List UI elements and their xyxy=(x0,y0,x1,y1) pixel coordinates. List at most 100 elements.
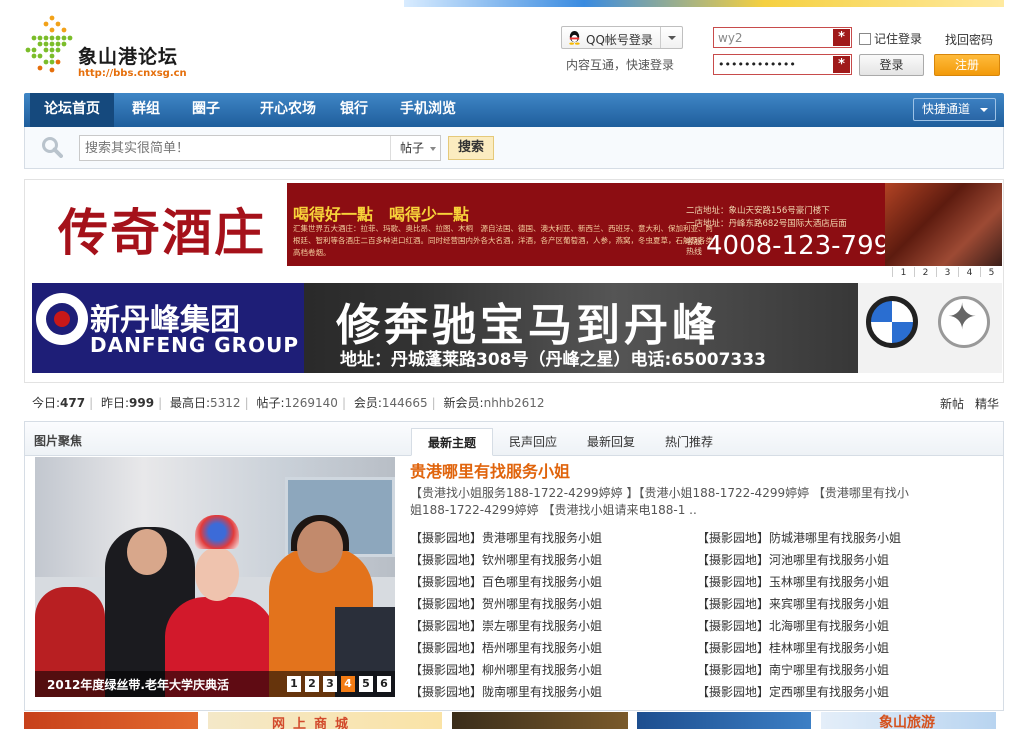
top-banner-strip[interactable] xyxy=(404,0,1004,7)
post-category-link[interactable]: 【摄影园地】 xyxy=(410,575,482,589)
post-category-link[interactable]: 【摄影园地】 xyxy=(697,575,769,589)
search-input[interactable] xyxy=(80,136,386,160)
qq-login-button[interactable]: QQ帐号登录 xyxy=(561,26,683,49)
nav-item-circles[interactable]: 圈子 xyxy=(180,93,232,127)
quick-channel-dropdown[interactable]: 快捷通道 xyxy=(913,98,996,121)
ad-pager-item[interactable]: 3 xyxy=(936,267,958,277)
teaser-banner[interactable]: 网上商城 xyxy=(208,712,442,729)
logo-dots-icon xyxy=(25,15,73,73)
ad-pager-item[interactable]: 5 xyxy=(980,267,1002,277)
post-title-link[interactable]: 南宁哪里有找服务小姐 xyxy=(769,663,889,677)
ad-wine-desc: 汇集世界五大酒庄：拉菲、玛歌、奥比昂、拉图、木桐 源自法国、德国、澳大利亚、新西… xyxy=(293,224,713,257)
post-title-link[interactable]: 贵港哪里有找服务小姐 xyxy=(482,531,602,545)
post-category-link[interactable]: 【摄影园地】 xyxy=(697,685,769,699)
photo-pager-item[interactable]: 3 xyxy=(323,676,337,692)
nav-item-forum-home[interactable]: 论坛首页 xyxy=(30,93,114,127)
stat-newmember-link[interactable]: nhhb2612 xyxy=(484,396,545,410)
nav-item-happy-farm[interactable]: 开心农场 xyxy=(242,93,334,127)
post-list-item: 【摄影园地】梧州哪里有找服务小姐 xyxy=(410,639,602,661)
stat-max-value: 5312 xyxy=(210,396,241,410)
post-category-link[interactable]: 【摄影园地】 xyxy=(410,531,482,545)
focus-headline-link[interactable]: 贵港哪里有找服务小姐 xyxy=(410,458,570,482)
remember-login-checkbox[interactable]: 记住登录 xyxy=(859,30,922,47)
post-title-link[interactable]: 玉林哪里有找服务小姐 xyxy=(769,575,889,589)
stat-yesterday-label: 昨日: xyxy=(100,396,130,410)
focus-photo[interactable]: 2012年度绿丝带.老年大学庆典活 123456 xyxy=(35,457,395,697)
photo-pager-item[interactable]: 1 xyxy=(287,676,301,692)
post-title-link[interactable]: 定西哪里有找服务小姐 xyxy=(769,685,889,699)
login-button[interactable]: 登录 xyxy=(859,54,924,76)
ad-pager-item[interactable]: 2 xyxy=(914,267,936,277)
post-title-link[interactable]: 陇南哪里有找服务小姐 xyxy=(482,685,602,699)
post-category-link[interactable]: 【摄影园地】 xyxy=(697,641,769,655)
teaser-banner[interactable]: 象山旅游 xyxy=(821,712,996,729)
post-category-link[interactable]: 【摄影园地】 xyxy=(697,597,769,611)
post-title-link[interactable]: 钦州哪里有找服务小姐 xyxy=(482,553,602,567)
post-category-link[interactable]: 【摄影园地】 xyxy=(410,663,482,677)
ad-pager-item[interactable]: 1 xyxy=(892,267,914,277)
tab-public-response[interactable]: 民声回应 xyxy=(501,428,565,456)
post-title-link[interactable]: 柳州哪里有找服务小姐 xyxy=(482,663,602,677)
search-button[interactable]: 搜索 xyxy=(448,136,494,160)
post-category-link[interactable]: 【摄影园地】 xyxy=(697,663,769,677)
teaser-banner[interactable] xyxy=(637,712,811,729)
post-list-item: 【摄影园地】百色哪里有找服务小姐 xyxy=(410,573,602,595)
teaser-banner[interactable] xyxy=(452,712,628,729)
nav-item-groups[interactable]: 群组 xyxy=(120,93,172,127)
post-category-link[interactable]: 【摄影园地】 xyxy=(410,685,482,699)
ad-danfeng-brands xyxy=(858,283,1002,373)
teaser-banner[interactable] xyxy=(24,712,198,729)
ad-pager-item[interactable]: 4 xyxy=(958,267,980,277)
forum-stats: 今日:477 | 昨日:999 | 最高日:5312 | 帖子:1269140 | 会员… xyxy=(32,396,545,410)
photo-pager-item[interactable]: 6 xyxy=(377,676,391,692)
post-category-link[interactable]: 【摄影园地】 xyxy=(697,531,769,545)
tab-hot-picks[interactable]: 热门推荐 xyxy=(657,428,721,456)
ad-banner-wine[interactable]: 传奇酒庄 喝得好一點 喝得少一點 汇集世界五大酒庄：拉菲、玛歌、奥比昂、拉图、木… xyxy=(32,183,1002,266)
tab-latest-topics[interactable]: 最新主题 xyxy=(411,428,493,456)
register-button[interactable]: 注册 xyxy=(934,54,1000,76)
post-title-link[interactable]: 百色哪里有找服务小姐 xyxy=(482,575,602,589)
focus-title: 图片聚焦 xyxy=(34,434,83,448)
post-title-link[interactable]: 梧州哪里有找服务小姐 xyxy=(482,641,602,655)
nav-item-mobile[interactable]: 手机浏览 xyxy=(388,93,468,127)
digest-link[interactable]: 精华 xyxy=(975,395,999,412)
photo-pager-item-current[interactable]: 4 xyxy=(341,676,355,692)
ad-banner-danfeng[interactable]: 新丹峰集团 DANFENG GROUP 修奔驰宝马到丹峰 地址：丹城蓬莱路308… xyxy=(32,283,1002,373)
nav-item-bank[interactable]: 银行 xyxy=(332,93,376,127)
post-list-item: 【摄影园地】来宾哪里有找服务小姐 xyxy=(697,595,901,617)
teaser-label: 象山旅游 xyxy=(879,715,935,729)
post-category-link[interactable]: 【摄影园地】 xyxy=(410,641,482,655)
stat-today-value: 477 xyxy=(60,396,86,410)
ad-wine-address: 二店地址：象山天安路156号豪门楼下 一店地址：丹峰东路682号国际大酒店后面 xyxy=(686,205,847,231)
post-title-link[interactable]: 来宾哪里有找服务小姐 xyxy=(769,597,889,611)
post-title-link[interactable]: 防城港哪里有找服务小姐 xyxy=(769,531,901,545)
search-type-select[interactable]: 帖子 xyxy=(390,136,441,160)
post-title-link[interactable]: 崇左哪里有找服务小姐 xyxy=(482,619,602,633)
post-category-link[interactable]: 【摄影园地】 xyxy=(697,553,769,567)
logo-title: 象山港论坛 xyxy=(78,46,179,68)
post-category-link[interactable]: 【摄影园地】 xyxy=(410,553,482,567)
password-input[interactable] xyxy=(714,55,832,74)
chevron-down-icon[interactable] xyxy=(660,27,682,48)
qq-penguin-icon xyxy=(569,30,580,45)
post-category-link[interactable]: 【摄影园地】 xyxy=(410,597,482,611)
post-category-link[interactable]: 【摄影园地】 xyxy=(697,619,769,633)
post-title-link[interactable]: 河池哪里有找服务小姐 xyxy=(769,553,889,567)
site-logo[interactable]: 象山港论坛 http://bbs.cnxsg.cn xyxy=(24,14,199,84)
post-title-link[interactable]: 北海哪里有找服务小姐 xyxy=(769,619,889,633)
post-title-link[interactable]: 桂林哪里有找服务小姐 xyxy=(769,641,889,655)
tab-latest-replies[interactable]: 最新回复 xyxy=(579,428,643,456)
new-posts-link[interactable]: 新帖 xyxy=(940,395,964,412)
stat-today-label: 今日: xyxy=(32,396,61,410)
ad-wine-brand: 传奇酒庄 xyxy=(58,203,266,262)
username-input[interactable] xyxy=(714,28,832,47)
find-password-link[interactable]: 找回密码 xyxy=(945,31,993,48)
post-category-link[interactable]: 【摄影园地】 xyxy=(410,619,482,633)
teaser-label: 网上商城 xyxy=(272,717,357,729)
post-title-link[interactable]: 贺州哪里有找服务小姐 xyxy=(482,597,602,611)
photo-pager-item[interactable]: 5 xyxy=(359,676,373,692)
photo-pager-item[interactable]: 2 xyxy=(305,676,319,692)
checkbox-icon[interactable] xyxy=(859,33,871,45)
required-icon: * xyxy=(833,29,850,46)
photo-caption[interactable]: 2012年度绿丝带.老年大学庆典活 xyxy=(47,676,229,693)
